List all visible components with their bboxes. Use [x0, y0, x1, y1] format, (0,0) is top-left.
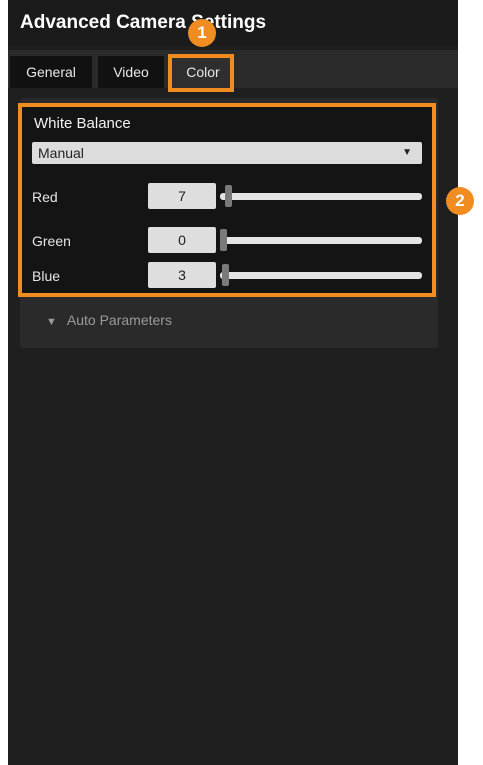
blue-label: Blue: [32, 268, 61, 284]
red-slider-thumb[interactable]: [225, 185, 233, 207]
blue-slider-track[interactable]: [220, 264, 422, 286]
tab-general[interactable]: General: [10, 56, 92, 88]
window-title: Advanced Camera Settings: [8, 0, 458, 46]
green-label: Green: [32, 233, 71, 249]
chevron-down-icon: ▼: [46, 316, 57, 328]
red-value-field[interactable]: 7: [148, 183, 216, 209]
auto-parameters-expander[interactable]: ▼ Auto Parameters: [46, 312, 172, 328]
white-balance-mode-select[interactable]: Manual ▼: [32, 142, 422, 164]
white-balance-mode-value: Manual: [38, 145, 84, 161]
tab-video[interactable]: Video: [98, 56, 164, 88]
green-slider-track[interactable]: [220, 229, 422, 251]
red-slider-track[interactable]: [220, 185, 422, 207]
color-tab-highlight: [168, 54, 234, 92]
red-label: Red: [32, 189, 58, 205]
green-slider-thumb[interactable]: [220, 229, 227, 251]
chevron-down-icon: ▼: [402, 147, 412, 158]
callout-badge-1: 1: [188, 19, 216, 47]
callout-badge-2: 2: [446, 187, 474, 215]
white-balance-title: White Balance: [34, 115, 131, 132]
white-balance-group: White Balance Manual ▼ Red 7 Green 0 Blu…: [18, 103, 436, 297]
blue-slider-thumb[interactable]: [222, 264, 230, 286]
blue-value-field[interactable]: 3: [148, 262, 216, 288]
green-value-field[interactable]: 0: [148, 227, 216, 253]
auto-parameters-label: Auto Parameters: [66, 312, 172, 328]
